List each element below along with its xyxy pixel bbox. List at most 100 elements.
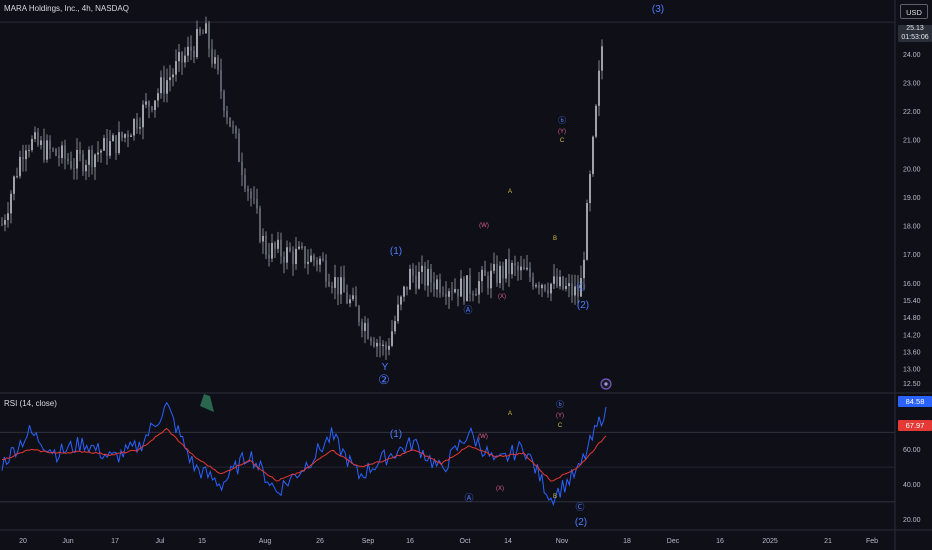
wave-label: (3)	[652, 4, 664, 15]
candle-body	[55, 149, 57, 156]
wave-label: B	[553, 236, 557, 242]
candle-body	[289, 247, 291, 252]
candle-body	[1, 224, 3, 226]
candle-body	[217, 57, 219, 71]
candle-body	[598, 70, 600, 106]
candle-body	[67, 158, 69, 162]
rsi-wave-label: (1)	[390, 429, 402, 440]
candle-body	[169, 77, 171, 81]
candle-body	[145, 101, 147, 105]
candle-body	[91, 149, 93, 168]
candle-body	[463, 278, 465, 302]
candle-body	[61, 145, 63, 159]
price-badge-countdown: 01:53:06	[901, 33, 929, 41]
candle-body	[496, 264, 498, 284]
candle-body	[133, 119, 135, 136]
candle-body	[352, 295, 354, 300]
candle-body	[448, 291, 450, 297]
candle-body	[292, 251, 294, 264]
candle-body	[382, 344, 384, 346]
candle-body	[124, 134, 126, 138]
candle-body	[211, 48, 213, 64]
wave-label: (W)	[479, 223, 489, 229]
candle-body	[349, 299, 351, 304]
candle-body	[10, 193, 12, 214]
candle-body	[490, 270, 492, 289]
rsi-wave-label: B	[553, 494, 557, 500]
candle-body	[601, 46, 603, 71]
candle-body	[499, 265, 501, 284]
candle-body	[514, 262, 516, 266]
candle-body	[484, 269, 486, 276]
price-tick-label: 22.00	[903, 109, 921, 116]
candle-body	[142, 104, 144, 128]
candle-body	[586, 202, 588, 260]
candle-body	[301, 246, 303, 248]
candle-body	[79, 150, 81, 155]
candle-body	[181, 52, 183, 63]
candle-body	[403, 286, 405, 297]
rsi-value-badge: 84.58	[898, 396, 932, 407]
wave-label: ⓑ	[558, 116, 566, 125]
candle-body	[70, 161, 72, 169]
candle-body	[436, 279, 438, 290]
candle-body	[466, 275, 468, 302]
candle-body	[166, 80, 168, 94]
candle-body	[265, 235, 267, 255]
candle-body	[520, 266, 522, 271]
rsi-tick-label: 60.00	[903, 447, 921, 454]
candle-body	[325, 260, 327, 282]
candle-body	[364, 322, 366, 331]
candle-body	[115, 135, 117, 154]
candle-body	[259, 208, 261, 242]
candle-body	[202, 33, 204, 35]
candle-body	[271, 242, 273, 259]
time-tick-label: Nov	[556, 538, 569, 545]
time-tick-label: Oct	[460, 538, 471, 545]
candle-body	[130, 135, 132, 137]
candle-body	[511, 262, 513, 275]
rsi-wave-label: C	[558, 423, 563, 429]
candle-body	[412, 268, 414, 276]
candle-body	[214, 57, 216, 64]
candle-body	[487, 275, 489, 289]
rsi-wave-label: (X)	[496, 486, 504, 492]
candle-body	[127, 134, 129, 137]
candle-body	[208, 23, 210, 49]
price-badge-value: 25.13	[906, 25, 924, 32]
price-tick-label: 20.00	[903, 166, 921, 173]
rsi-wave-label: (W)	[478, 434, 488, 440]
currency-button[interactable]: USD	[900, 4, 928, 19]
candle-body	[406, 286, 408, 290]
candle-body	[13, 176, 15, 194]
candle-body	[451, 291, 453, 293]
candle-body	[283, 256, 285, 263]
wave-label: (2)	[577, 300, 589, 311]
candle-body	[196, 29, 198, 58]
candle-body	[229, 117, 231, 127]
time-tick-label: 15	[198, 538, 206, 545]
candle-body	[316, 260, 318, 265]
candle-body	[193, 50, 195, 58]
candle-body	[97, 152, 99, 155]
candle-body	[328, 281, 330, 286]
rsi-ma-line	[1, 427, 607, 482]
candle-body	[88, 149, 90, 165]
candle-body	[568, 283, 570, 287]
candle-body	[478, 281, 480, 295]
candle-body	[178, 52, 180, 62]
candle-body	[7, 213, 9, 221]
time-tick-label: Jun	[62, 538, 73, 545]
rsi-tick-label: 40.00	[903, 482, 921, 489]
chart-canvas[interactable]: 24.00 23.00 22.00 21.00 20.00 19.00 18.00 17.00…	[0, 0, 932, 550]
candle-body	[457, 289, 459, 297]
candle-body	[544, 284, 546, 291]
price-tick-label: 14.20	[903, 332, 921, 339]
candle-body	[58, 155, 60, 159]
candle-body	[583, 259, 585, 279]
candle-body	[286, 247, 288, 263]
candle-body	[298, 246, 300, 249]
candle-body	[40, 140, 42, 145]
candle-body	[52, 148, 54, 150]
candle-body	[112, 135, 114, 142]
